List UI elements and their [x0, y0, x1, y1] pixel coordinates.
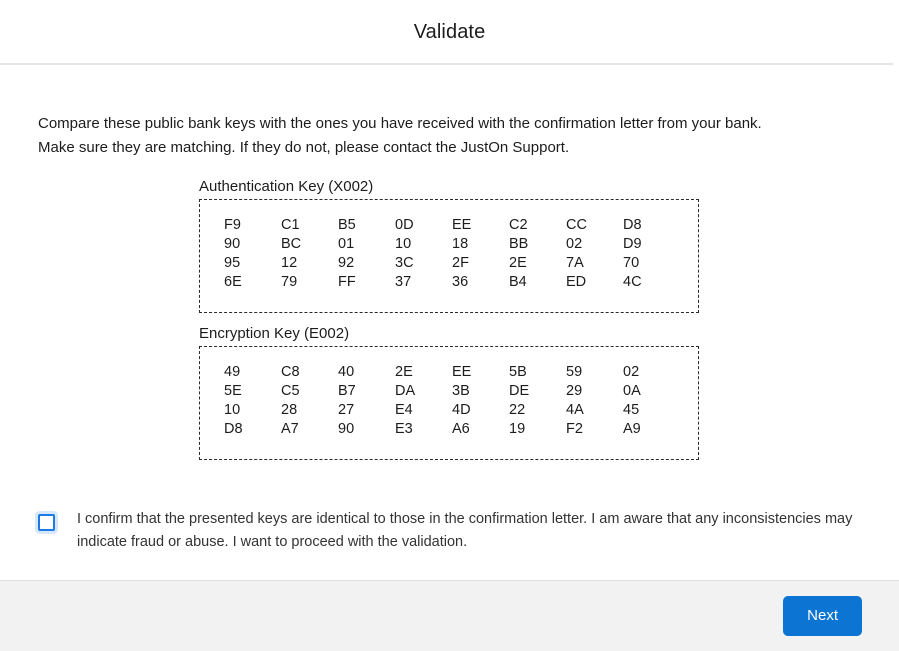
key-cell: 10 [224, 402, 241, 418]
key-cell: 2E [509, 255, 527, 271]
key-cell: E3 [395, 421, 413, 437]
key-cell: DE [509, 383, 530, 399]
key-cell: 18 [452, 236, 469, 252]
key-cell: 59 [566, 364, 583, 380]
key-cell: E4 [395, 402, 413, 418]
key-cell: 90 [224, 236, 241, 252]
key-cell: 36 [452, 274, 469, 290]
encryption-key-grid: 49 C8 40 2E EE 5B 59 02 5E C5 B7 DA 3B D… [199, 346, 699, 460]
key-cell: 28 [281, 402, 298, 418]
key-cell: 2F [452, 255, 469, 271]
key-row: 6E 79 FF 37 36 B4 ED 4C [200, 273, 698, 292]
key-cell: B7 [338, 383, 356, 399]
key-cell: EE [452, 217, 472, 233]
key-cell: 7A [566, 255, 584, 271]
key-cell: D8 [224, 421, 243, 437]
key-cell: 3B [452, 383, 470, 399]
key-cell: F9 [224, 217, 241, 233]
key-cell: 4A [566, 402, 584, 418]
key-cell: 79 [281, 274, 298, 290]
key-cell: 0D [395, 217, 414, 233]
key-cell: 90 [338, 421, 355, 437]
key-cell: 10 [395, 236, 412, 252]
confirm-checkbox[interactable] [38, 514, 55, 531]
key-cell: FF [338, 274, 356, 290]
key-cell: C5 [281, 383, 300, 399]
key-cell: 49 [224, 364, 241, 380]
key-cell: 2E [395, 364, 413, 380]
key-cell: 02 [623, 364, 640, 380]
key-cell: 40 [338, 364, 355, 380]
key-cell: BB [509, 236, 529, 252]
key-cell: 92 [338, 255, 355, 271]
key-cell: 02 [566, 236, 583, 252]
key-cell: CC [566, 217, 587, 233]
key-row: 5E C5 B7 DA 3B DE 29 0A [200, 382, 698, 401]
key-row: 95 12 92 3C 2F 2E 7A 70 [200, 254, 698, 273]
encryption-key-label: Encryption Key (E002) [199, 325, 350, 342]
intro-line-1: Compare these public bank keys with the … [38, 115, 762, 132]
key-row: D8 A7 90 E3 A6 19 F2 A9 [200, 420, 698, 439]
key-cell: A7 [281, 421, 299, 437]
key-cell: D9 [623, 236, 642, 252]
key-cell: 6E [224, 274, 242, 290]
encryption-key-block: Encryption Key (E002) 49 C8 40 2E EE 5B … [199, 324, 699, 460]
key-cell: 95 [224, 255, 241, 271]
key-cell: 5E [224, 383, 242, 399]
key-cell: 01 [338, 236, 355, 252]
key-cell: 19 [509, 421, 526, 437]
key-cell: C8 [281, 364, 300, 380]
page-footer: Next [0, 580, 899, 651]
key-cell: 29 [566, 383, 583, 399]
key-cell: 5B [509, 364, 527, 380]
key-cell: DA [395, 383, 416, 399]
key-cell: C1 [281, 217, 300, 233]
keys-area: Authentication Key (X002) F9 C1 B5 0D EE… [0, 177, 899, 460]
intro-text: Compare these public bank keys with the … [38, 112, 838, 160]
page-header: Validate [0, 0, 899, 65]
key-cell: 4C [623, 274, 642, 290]
key-cell: C2 [509, 217, 528, 233]
key-row: 49 C8 40 2E EE 5B 59 02 [200, 363, 698, 382]
key-row: 90 BC 01 10 18 BB 02 D9 [200, 235, 698, 254]
key-cell: 12 [281, 255, 298, 271]
next-button[interactable]: Next [783, 596, 862, 636]
key-cell: 27 [338, 402, 355, 418]
key-cell: ED [566, 274, 587, 290]
key-cell: 22 [509, 402, 526, 418]
key-cell: B5 [338, 217, 356, 233]
key-cell: 45 [623, 402, 640, 418]
key-row: 10 28 27 E4 4D 22 4A 45 [200, 401, 698, 420]
key-cell: EE [452, 364, 472, 380]
authentication-key-label: Authentication Key (X002) [199, 178, 374, 195]
intro-line-2: Make sure they are matching. If they do … [38, 139, 570, 156]
key-cell: B4 [509, 274, 527, 290]
key-cell: D8 [623, 217, 642, 233]
confirm-label[interactable]: I confirm that the presented keys are id… [77, 508, 857, 554]
key-cell: F2 [566, 421, 583, 437]
key-cell: 70 [623, 255, 640, 271]
confirm-row: I confirm that the presented keys are id… [38, 508, 861, 554]
authentication-key-grid: F9 C1 B5 0D EE C2 CC D8 90 BC 01 10 18 B… [199, 199, 699, 313]
key-cell: A6 [452, 421, 470, 437]
key-cell: 4D [452, 402, 471, 418]
key-row: F9 C1 B5 0D EE C2 CC D8 [200, 216, 698, 235]
key-cell: BC [281, 236, 302, 252]
key-cell: 0A [623, 383, 641, 399]
authentication-key-block: Authentication Key (X002) F9 C1 B5 0D EE… [199, 177, 699, 313]
page-body: Compare these public bank keys with the … [0, 65, 899, 580]
key-cell: 37 [395, 274, 412, 290]
key-cell: A9 [623, 421, 641, 437]
key-cell: 3C [395, 255, 414, 271]
page-title: Validate [413, 21, 486, 43]
